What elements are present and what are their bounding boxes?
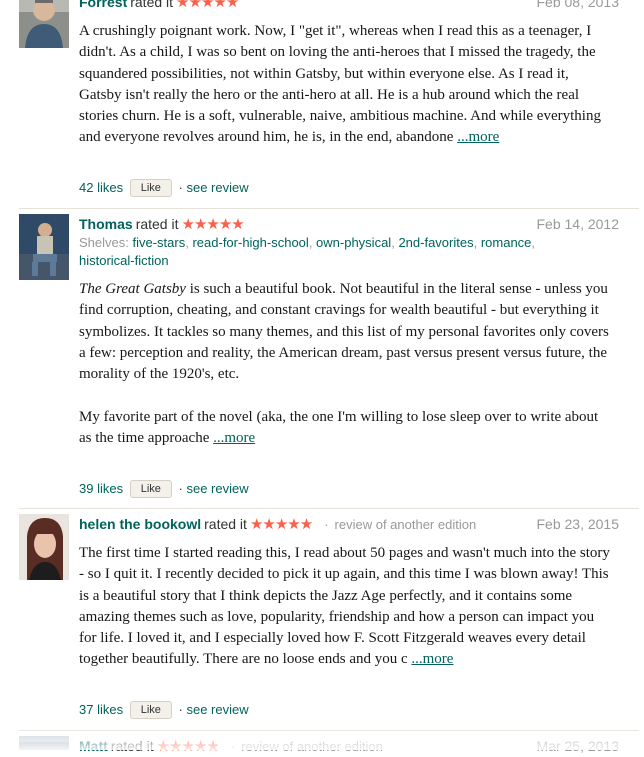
- shelf-link[interactable]: read-for-high-school: [192, 235, 308, 250]
- book-title: The Great Gatsby: [79, 281, 186, 297]
- star-rating: ★★★★★: [249, 516, 313, 533]
- review-header: Thomas rated it ★★★★★ Feb 14, 2012: [79, 214, 619, 234]
- review-body: A crushingly poignant work. Now, I "get …: [79, 23, 601, 146]
- like-button[interactable]: Like: [129, 179, 172, 197]
- more-link[interactable]: ...more: [213, 430, 255, 446]
- likes-count[interactable]: 39 likes: [79, 481, 123, 496]
- shelf-link[interactable]: romance: [481, 235, 532, 250]
- review-text: The Great Gatsby is such a beautiful boo…: [79, 279, 611, 449]
- avatar[interactable]: [19, 214, 69, 280]
- reviewer-name[interactable]: Thomas: [79, 216, 133, 232]
- shelves-line: Shelves: five-stars, read-for-high-schoo…: [79, 235, 536, 268]
- edition-note[interactable]: review of another edition: [241, 739, 383, 754]
- review-header: Matt rated it ★★★★★ · review of another edit…: [79, 736, 619, 756]
- avatar[interactable]: [19, 0, 69, 48]
- see-review-link[interactable]: see review: [186, 180, 248, 195]
- dot-separator: ·: [230, 739, 236, 754]
- see-review-link[interactable]: see review: [186, 702, 248, 717]
- like-button[interactable]: Like: [129, 480, 172, 498]
- likes-count[interactable]: 37 likes: [79, 702, 123, 717]
- avatar[interactable]: [19, 736, 69, 750]
- see-review-link[interactable]: see review: [186, 481, 248, 496]
- avatar[interactable]: [19, 514, 69, 580]
- star-rating: ★★★★★: [176, 0, 239, 11]
- dot-separator: ·: [178, 481, 183, 496]
- review-date[interactable]: Mar 25, 2013: [537, 736, 620, 756]
- review-header: Forrest rated it ★★★★★ Feb 08, 2013: [79, 0, 619, 12]
- star-rating: ★★★★★: [181, 216, 245, 233]
- review-divider: [19, 508, 639, 509]
- star-rating: ★★★★★: [156, 738, 220, 755]
- dot-separator: ·: [178, 702, 183, 717]
- rated-text: rated it: [204, 516, 247, 532]
- rated-text: rated it: [135, 216, 179, 232]
- review-actions: 37 likes Like · see review: [79, 700, 249, 720]
- review-text: A crushingly poignant work. Now, I "get …: [79, 21, 611, 149]
- review-divider: [19, 208, 639, 209]
- reviewer-name[interactable]: helen the bookowl: [79, 516, 201, 532]
- dot-separator: ·: [178, 180, 183, 195]
- review-divider: [19, 730, 639, 731]
- review-date[interactable]: Feb 23, 2015: [536, 514, 619, 534]
- review-body: The first time I started reading this, I…: [79, 545, 610, 668]
- shelf-link[interactable]: five-stars: [133, 235, 186, 250]
- shelves-label: Shelves:: [79, 235, 129, 250]
- reviewer-name[interactable]: Matt: [79, 738, 108, 754]
- shelf-link[interactable]: historical-fiction: [79, 253, 169, 268]
- shelf-link[interactable]: own-physical: [316, 235, 391, 250]
- like-button[interactable]: Like: [129, 701, 172, 719]
- review-actions: 42 likes Like · see review: [79, 178, 249, 198]
- edition-note[interactable]: review of another edition: [335, 517, 477, 532]
- review-actions: 39 likes Like · see review: [79, 479, 249, 499]
- review-header: helen the bookowl rated it ★★★★★ · review of…: [79, 514, 619, 534]
- review-body-continued: My favorite part of the novel (aka, the …: [79, 408, 599, 447]
- rated-text: rated it: [110, 738, 154, 754]
- dot-separator: ·: [324, 517, 329, 532]
- more-link[interactable]: ...more: [457, 129, 499, 145]
- more-link[interactable]: ...more: [411, 651, 453, 667]
- likes-count[interactable]: 42 likes: [79, 180, 123, 195]
- rated-text: rated it: [130, 0, 174, 10]
- review-text: The first time I started reading this, I…: [79, 543, 611, 671]
- review-date[interactable]: Feb 08, 2013: [536, 0, 619, 12]
- review-date[interactable]: Feb 14, 2012: [536, 214, 619, 234]
- reviewer-name[interactable]: Forrest: [79, 0, 127, 10]
- shelf-link[interactable]: 2nd-favorites: [398, 235, 473, 250]
